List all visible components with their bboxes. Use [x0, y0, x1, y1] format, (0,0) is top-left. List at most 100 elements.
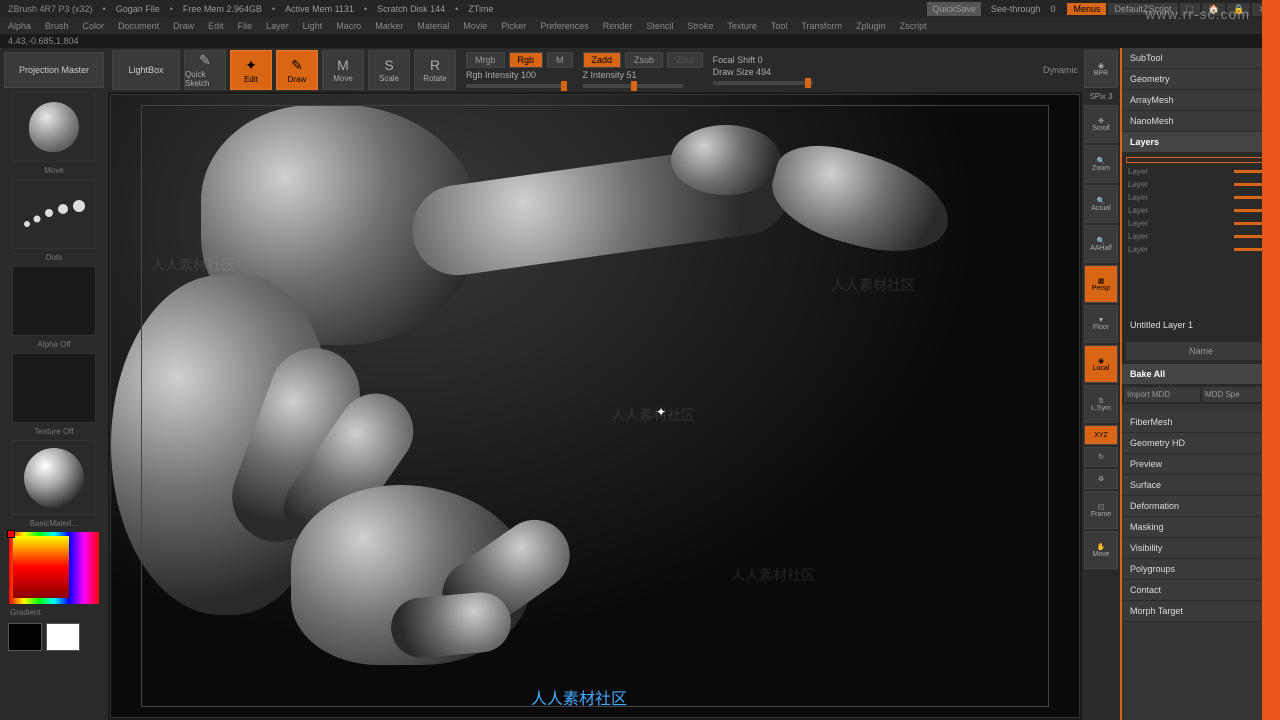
zcut-button[interactable]: Zcut — [667, 52, 703, 68]
aahalf-button[interactable]: 🔍AAHalf — [1084, 225, 1118, 263]
menu-movie[interactable]: Movie — [463, 21, 487, 31]
recycle-icon[interactable]: ♻ — [1084, 469, 1118, 489]
menu-alpha[interactable]: Alpha — [8, 21, 31, 31]
draw-button[interactable]: ✎Draw — [276, 50, 318, 90]
menu-zscript[interactable]: Zscript — [900, 21, 927, 31]
layer-row[interactable]: Layer — [1126, 178, 1276, 191]
panel-deformation[interactable]: Deformation — [1122, 496, 1280, 517]
texture-preview[interactable] — [12, 353, 96, 423]
menu-stroke[interactable]: Stroke — [687, 21, 713, 31]
zsub-button[interactable]: Zsub — [625, 52, 663, 68]
persp-button[interactable]: ▦Persp — [1084, 265, 1118, 303]
panel-nanomesh[interactable]: NanoMesh — [1122, 111, 1280, 132]
refresh-icon[interactable]: ↻ — [1084, 447, 1118, 467]
lightbox-button[interactable]: LightBox — [112, 50, 180, 90]
menu-light[interactable]: Light — [303, 21, 323, 31]
menu-draw[interactable]: Draw — [173, 21, 194, 31]
layer-row[interactable]: Layer — [1126, 230, 1276, 243]
panel-contact[interactable]: Contact — [1122, 580, 1280, 601]
seethrough-value: 0 — [1050, 4, 1055, 14]
panel-polygroups[interactable]: Polygroups — [1122, 559, 1280, 580]
projection-master-button[interactable]: Projection Master — [4, 52, 104, 88]
swatch-white[interactable] — [46, 623, 80, 651]
panel-geometry[interactable]: Geometry — [1122, 69, 1280, 90]
quicksketch-button[interactable]: ✎Quick Sketch — [184, 50, 226, 90]
local-button[interactable]: ◉Local — [1084, 345, 1118, 383]
layer-row[interactable]: Layer — [1126, 217, 1276, 230]
active-mem: Active Mem 1131 — [285, 4, 354, 14]
rgb-intensity-label[interactable]: Rgb Intensity 100 — [466, 70, 536, 80]
quicksave-button[interactable]: QuickSave — [927, 2, 981, 16]
panel-preview[interactable]: Preview — [1122, 454, 1280, 475]
rgb-button[interactable]: Rgb — [509, 52, 544, 68]
menu-macro[interactable]: Macro — [336, 21, 361, 31]
dynamic-button[interactable]: Dynamic — [1043, 65, 1078, 75]
menu-texture[interactable]: Texture — [727, 21, 757, 31]
menu-edit[interactable]: Edit — [208, 21, 224, 31]
menu-preferences[interactable]: Preferences — [540, 21, 589, 31]
panel-surface[interactable]: Surface — [1122, 475, 1280, 496]
alpha-preview[interactable] — [12, 266, 96, 336]
rotate-button[interactable]: RRotate — [414, 50, 456, 90]
move-view-button[interactable]: ✋Move — [1084, 531, 1118, 569]
panel-layers[interactable]: Layers — [1122, 132, 1280, 153]
menu-document[interactable]: Document — [118, 21, 159, 31]
move-button[interactable]: MMove — [322, 50, 364, 90]
draw-size-label[interactable]: Draw Size 494 — [713, 67, 772, 77]
stroke-preview[interactable] — [12, 179, 96, 249]
frame-button[interactable]: ◰Frame — [1084, 491, 1118, 529]
floor-button[interactable]: ▼Floor — [1084, 305, 1118, 343]
viewport[interactable]: ✦ 人人素材社区 人人素材社区 人人素材社区 人人素材社区 人人素材社区 — [110, 94, 1080, 718]
panel-masking[interactable]: Masking — [1122, 517, 1280, 538]
menu-picker[interactable]: Picker — [501, 21, 526, 31]
swatch-black[interactable] — [8, 623, 42, 651]
panel-arraymesh[interactable]: ArrayMesh — [1122, 90, 1280, 111]
xyz-button[interactable]: XYZ — [1084, 425, 1118, 445]
menu-brush[interactable]: Brush — [45, 21, 69, 31]
gradient-label[interactable]: Gradient — [4, 608, 104, 617]
menu-marker[interactable]: Marker — [375, 21, 403, 31]
z-intensity-label[interactable]: Z Intensity 51 — [583, 70, 637, 80]
menu-render[interactable]: Render — [603, 21, 633, 31]
spix-label[interactable]: SPix 3 — [1084, 90, 1118, 103]
panel-bakeall[interactable]: Bake All — [1122, 364, 1280, 385]
layer-row[interactable]: Layer — [1126, 165, 1276, 178]
brush-preview[interactable] — [12, 92, 96, 162]
layer-row[interactable]: Layer — [1126, 243, 1276, 256]
name-button[interactable]: Name — [1126, 342, 1276, 360]
layer-row[interactable]: Layer — [1126, 191, 1276, 204]
menu-transform[interactable]: Transform — [801, 21, 842, 31]
actual-button[interactable]: 🔍Actual — [1084, 185, 1118, 223]
panel-geometryhd[interactable]: Geometry HD — [1122, 433, 1280, 454]
m-button[interactable]: M — [547, 52, 573, 68]
untitled-layer[interactable]: Untitled Layer 1 — [1122, 313, 1280, 338]
menu-layer[interactable]: Layer — [266, 21, 289, 31]
zadd-button[interactable]: Zadd — [583, 52, 622, 68]
menu-tool[interactable]: Tool — [771, 21, 788, 31]
material-preview[interactable] — [12, 440, 96, 515]
layer-selected[interactable] — [1126, 157, 1276, 163]
color-picker[interactable] — [9, 532, 99, 604]
panel-visibility[interactable]: Visibility — [1122, 538, 1280, 559]
scroll-button[interactable]: ✥Scroll — [1084, 105, 1118, 143]
layer-row[interactable]: Layer — [1126, 204, 1276, 217]
import-mdd-button[interactable]: Import MDD — [1124, 387, 1200, 402]
free-mem: Free Mem 2.964GB — [183, 4, 262, 14]
menu-color[interactable]: Color — [83, 21, 105, 31]
menus-button[interactable]: Menus — [1067, 3, 1106, 15]
file-name: Gogan File — [116, 4, 160, 14]
zoom-button[interactable]: 🔍Zoom — [1084, 145, 1118, 183]
mrgb-button[interactable]: Mrgb — [466, 52, 505, 68]
menu-file[interactable]: File — [238, 21, 253, 31]
edit-button[interactable]: ✦Edit — [230, 50, 272, 90]
bpr-button[interactable]: ◉BPR — [1084, 50, 1118, 88]
menu-material[interactable]: Material — [417, 21, 449, 31]
focal-shift-label[interactable]: Focal Shift 0 — [713, 55, 763, 65]
panel-subtool[interactable]: SubTool — [1122, 48, 1280, 69]
lsym-button[interactable]: ⇅L.Sym — [1084, 385, 1118, 423]
menu-stencil[interactable]: Stencil — [646, 21, 673, 31]
scale-button[interactable]: SScale — [368, 50, 410, 90]
menu-zplugin[interactable]: Zplugin — [856, 21, 886, 31]
panel-morphtarget[interactable]: Morph Target — [1122, 601, 1280, 622]
panel-fibermesh[interactable]: FiberMesh — [1122, 412, 1280, 433]
